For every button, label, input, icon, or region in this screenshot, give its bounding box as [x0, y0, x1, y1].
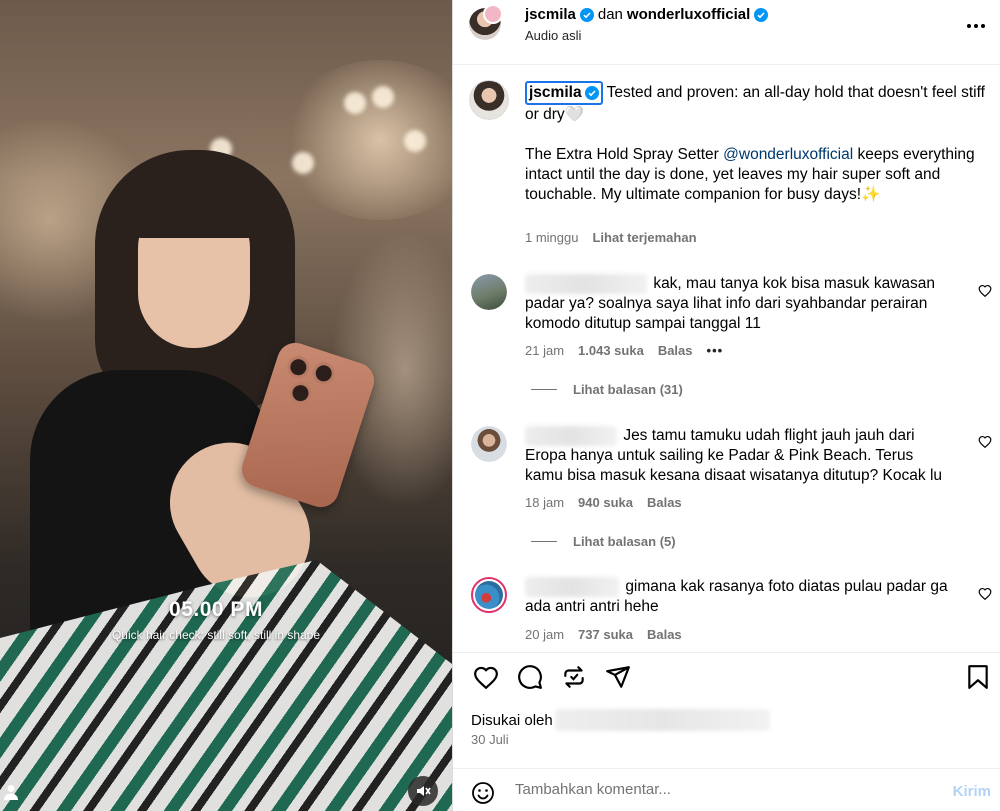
- sparkle-emoji: ✨: [861, 186, 881, 203]
- replies-line: [531, 389, 557, 390]
- bokeh-dot: [292, 152, 314, 174]
- speaker-muted-icon: [417, 786, 431, 796]
- send-comment-button[interactable]: Kirim: [953, 783, 991, 800]
- comment-3: gimana kak rasanya foto diatas pulau pad…: [525, 577, 955, 617]
- person-bangs: [128, 178, 263, 238]
- comment-age[interactable]: 20 jam: [525, 627, 564, 642]
- view-replies-label[interactable]: Lihat balasan (5): [573, 534, 676, 549]
- save-bookmark-icon[interactable]: [961, 660, 995, 694]
- commenter-avatar-with-story[interactable]: [471, 577, 507, 613]
- post-details-panel: jscmila dan wonderluxofficial Audio asli…: [452, 0, 1000, 811]
- see-translation-link[interactable]: Lihat terjemahan: [592, 230, 696, 245]
- add-comment-input[interactable]: [515, 781, 915, 798]
- commenter-avatar[interactable]: [471, 426, 507, 462]
- repost-icon[interactable]: [557, 660, 591, 694]
- comment-3-meta: 20 jam 737 suka Balas: [525, 627, 682, 642]
- liked-by-line: Disukai oleh: [471, 709, 770, 731]
- view-replies-label[interactable]: Lihat balasan (31): [573, 382, 683, 397]
- post-caption: jscmila Tested and proven: an all-day ho…: [525, 81, 985, 205]
- liked-by-label: Disukai oleh: [471, 711, 553, 729]
- post-date[interactable]: 30 Juli: [471, 732, 509, 747]
- bokeh-dot: [404, 130, 426, 152]
- blurred-liker-names: [554, 709, 770, 731]
- caption-meta: 1 minggu Lihat terjemahan: [525, 230, 697, 245]
- blurred-username: [525, 274, 647, 294]
- comment-likes[interactable]: 1.043 suka: [578, 343, 644, 358]
- comment-1-meta: 21 jam 1.043 suka Balas •••: [525, 343, 723, 358]
- blurred-username: [525, 577, 619, 597]
- comment-1: kak, mau tanya kok bisa masuk kawasan pa…: [525, 274, 955, 334]
- bokeh-light: [280, 60, 452, 220]
- audio-label[interactable]: Audio asli: [525, 28, 581, 43]
- caption-username-text[interactable]: jscmila: [529, 83, 582, 103]
- bokeh-dot: [344, 92, 366, 114]
- caption-mention[interactable]: @wonderluxofficial: [723, 146, 853, 163]
- replies-line: [531, 541, 557, 542]
- comment-age[interactable]: 21 jam: [525, 343, 564, 358]
- view-replies-1[interactable]: Lihat balasan (31): [531, 382, 683, 397]
- author-username[interactable]: jscmila: [525, 6, 576, 23]
- caption-age[interactable]: 1 minggu: [525, 230, 578, 245]
- reply-button[interactable]: Balas: [647, 627, 682, 642]
- actions-divider: [453, 652, 1000, 653]
- tagged-people-icon[interactable]: [4, 784, 18, 805]
- verified-badge-icon: [754, 7, 769, 22]
- comment-bubble-icon[interactable]: [513, 660, 547, 694]
- reply-button[interactable]: Balas: [647, 495, 682, 510]
- like-comment-heart-icon[interactable]: [978, 587, 992, 605]
- comment-likes[interactable]: 940 suka: [578, 495, 633, 510]
- comment-2: Jes tamu tamuku udah flight jauh jauh da…: [525, 426, 955, 486]
- white-heart-emoji: 🤍: [564, 106, 584, 123]
- reply-button[interactable]: Balas: [658, 343, 693, 358]
- collab-username[interactable]: wonderluxofficial: [627, 6, 750, 23]
- authors-connector: dan: [597, 6, 623, 23]
- reel-video[interactable]: 05.00 PM Quick hair check: still soft, s…: [0, 0, 452, 811]
- video-overlay-time: 05.00 PM: [169, 598, 263, 621]
- header-divider: [453, 64, 1000, 65]
- collab-avatar[interactable]: [483, 4, 503, 24]
- like-heart-icon[interactable]: [469, 660, 503, 694]
- view-replies-2[interactable]: Lihat balasan (5): [531, 534, 676, 549]
- verified-badge-icon: [584, 86, 599, 100]
- video-overlay-caption: Quick hair check: still soft, still in s…: [111, 628, 321, 642]
- comment-age[interactable]: 18 jam: [525, 495, 564, 510]
- caption-author-avatar[interactable]: [469, 80, 509, 120]
- post-authors: jscmila dan wonderluxofficial: [525, 6, 769, 23]
- like-comment-heart-icon[interactable]: [978, 435, 992, 453]
- blurred-username: [525, 426, 617, 446]
- emoji-smiley-icon[interactable]: [471, 781, 495, 810]
- share-paper-plane-icon[interactable]: [601, 660, 635, 694]
- bokeh-dot: [372, 86, 394, 108]
- caption-para2-start: The Extra Hold Spray Setter: [525, 146, 724, 163]
- verified-badge-icon: [579, 7, 594, 22]
- add-comment-bar: Kirim: [453, 768, 1000, 811]
- mute-button[interactable]: [408, 776, 438, 806]
- comment-more-options[interactable]: •••: [707, 343, 724, 358]
- commenter-avatar[interactable]: [471, 274, 507, 310]
- like-comment-heart-icon[interactable]: [978, 284, 992, 302]
- more-options-icon[interactable]: [966, 16, 986, 34]
- caption-username[interactable]: jscmila: [525, 81, 603, 105]
- post-actions-bar: [469, 660, 993, 696]
- comment-2-meta: 18 jam 940 suka Balas: [525, 495, 682, 510]
- comment-likes[interactable]: 737 suka: [578, 627, 633, 642]
